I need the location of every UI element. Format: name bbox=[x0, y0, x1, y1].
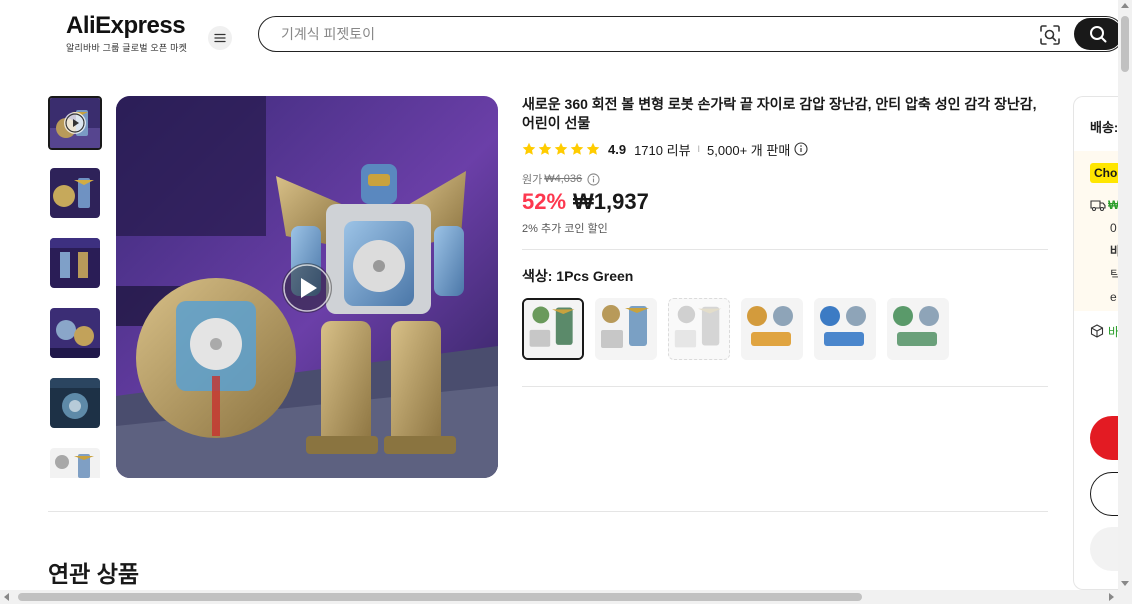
original-price-row: 원가 ₩4,036 bbox=[522, 171, 600, 187]
variant-image bbox=[669, 299, 729, 359]
vertical-scrollbar[interactable] bbox=[1118, 0, 1132, 590]
color-variants bbox=[522, 298, 949, 360]
scrollbar-thumb[interactable] bbox=[18, 593, 862, 601]
scrollbar-thumb[interactable] bbox=[1121, 16, 1129, 72]
site-header: AliExpress 알리바바 그룹 글로벌 오픈 마켓 bbox=[0, 0, 1124, 70]
aliexpress-logo[interactable]: AliExpress bbox=[66, 12, 186, 40]
video-play-button[interactable] bbox=[282, 263, 332, 313]
scroll-up-arrow[interactable] bbox=[1121, 3, 1129, 8]
variant-image bbox=[741, 298, 803, 360]
rating-row: 4.9 1710 리뷰 I 5,000+ 개 판매 bbox=[522, 140, 808, 158]
info-icon[interactable] bbox=[587, 172, 600, 186]
scroll-left-arrow[interactable] bbox=[4, 593, 9, 601]
product-title: 새로운 360 회전 볼 변형 로봇 손가락 끝 자이로 감압 장난감, 안티 … bbox=[522, 96, 1037, 131]
variant-image bbox=[595, 298, 657, 360]
thumbnail-image bbox=[50, 448, 100, 478]
original-price-label: 원가 bbox=[522, 174, 543, 186]
scroll-right-arrow[interactable] bbox=[1109, 593, 1114, 601]
shipping-title: 배송: bbox=[1090, 120, 1119, 135]
thumbnail-image bbox=[50, 378, 100, 428]
thumbnail-image bbox=[50, 308, 100, 358]
original-price: ₩4,036 bbox=[544, 173, 583, 185]
menu-button[interactable] bbox=[208, 26, 232, 50]
thumbnail-image bbox=[50, 168, 100, 218]
sold-count: 5,000+ 개 판매 bbox=[707, 142, 791, 158]
thumbnail-6[interactable] bbox=[50, 448, 100, 478]
thumbnail-3[interactable] bbox=[50, 238, 100, 288]
scroll-down-arrow[interactable] bbox=[1121, 581, 1129, 586]
star-icon bbox=[522, 142, 536, 155]
thumbnail-video[interactable] bbox=[48, 96, 102, 150]
variant-2[interactable] bbox=[595, 298, 657, 360]
image-search-icon[interactable] bbox=[1039, 24, 1061, 46]
separator: I bbox=[697, 144, 701, 154]
thumbnail-list bbox=[48, 96, 102, 478]
sale-price: ₩1,937 bbox=[573, 189, 649, 214]
discount-percent: 52% bbox=[522, 189, 567, 214]
divider bbox=[48, 511, 1048, 512]
variant-image bbox=[814, 298, 876, 360]
main-product-image[interactable] bbox=[116, 96, 498, 478]
truck-icon bbox=[1090, 200, 1106, 211]
divider bbox=[522, 249, 1048, 250]
product-page: AliExpress 알리바바 그룹 글로벌 오픈 마켓 기계식 피젯토이 새로… bbox=[0, 0, 1132, 604]
variant-image bbox=[524, 300, 582, 358]
delivery-line-4: e bbox=[1110, 290, 1117, 304]
delivery-line-1: 0 bbox=[1110, 221, 1117, 235]
coin-discount: 2% 추가 코인 할인 bbox=[522, 223, 608, 235]
variant-5[interactable] bbox=[814, 298, 876, 360]
variant-6[interactable] bbox=[887, 298, 949, 360]
thumbnail-2[interactable] bbox=[50, 168, 100, 218]
star-icon bbox=[586, 142, 600, 155]
horizontal-scrollbar[interactable] bbox=[0, 590, 1132, 604]
play-icon bbox=[64, 112, 86, 134]
divider bbox=[522, 386, 1048, 387]
search-icon bbox=[1090, 26, 1107, 43]
price-row: 52% ₩1,937 bbox=[522, 189, 649, 215]
search-input[interactable] bbox=[281, 24, 1021, 44]
variant-4[interactable] bbox=[741, 298, 803, 360]
star-icon bbox=[570, 142, 584, 155]
star-icon bbox=[538, 142, 552, 155]
info-icon[interactable] bbox=[794, 142, 808, 156]
rating-value: 4.9 bbox=[608, 141, 627, 157]
variant-image bbox=[887, 298, 949, 360]
package-icon bbox=[1090, 324, 1104, 338]
variant-1[interactable] bbox=[522, 298, 584, 360]
search-button[interactable] bbox=[1074, 18, 1122, 50]
star-icon bbox=[554, 142, 568, 155]
thumbnail-5[interactable] bbox=[50, 378, 100, 428]
thumbnail-4[interactable] bbox=[50, 308, 100, 358]
logo-subtitle: 알리바바 그룹 글로벌 오픈 마켓 bbox=[66, 43, 188, 53]
star-rating[interactable] bbox=[522, 142, 600, 156]
review-count[interactable]: 1710 리뷰 bbox=[634, 140, 690, 159]
variant-3[interactable] bbox=[668, 298, 730, 360]
color-label: 색상: 1Pcs Green bbox=[522, 268, 634, 284]
play-icon bbox=[283, 264, 331, 312]
thumbnail-image bbox=[50, 238, 100, 288]
hamburger-icon bbox=[214, 33, 226, 43]
search-bar bbox=[258, 16, 1124, 52]
related-products-heading: 연관 상품 bbox=[48, 561, 140, 587]
